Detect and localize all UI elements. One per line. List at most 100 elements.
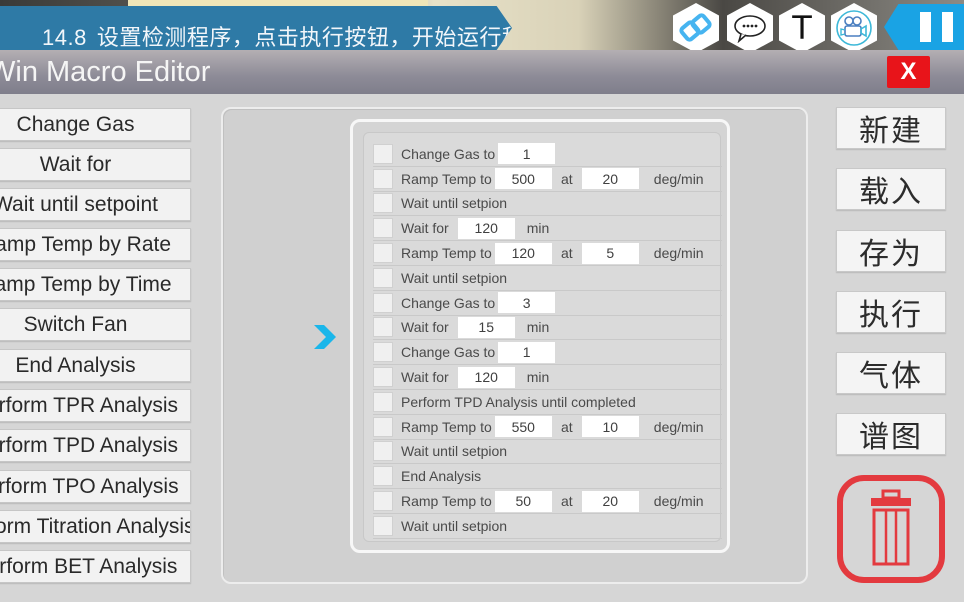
step-label: Ramp Temp to [401, 170, 492, 187]
link-icon [679, 13, 712, 42]
program-step-row: Wait until setpion [373, 266, 722, 291]
program-step-row: Ramp Temp to 120 at 5 deg/min [373, 241, 722, 266]
step-checkbox[interactable] [373, 193, 393, 214]
target-temp-input[interactable]: 120 [494, 242, 552, 264]
chat-icon [734, 15, 766, 43]
at-label: at [560, 418, 573, 435]
program-step-row: Change Gas to 1 [373, 142, 722, 167]
pause-icon-bar [942, 12, 953, 42]
step-checkbox[interactable] [373, 367, 393, 388]
step-label: Perform TPD Analysis until completed [401, 393, 636, 410]
step-label: Ramp Temp to [401, 418, 492, 435]
at-label: at [560, 245, 573, 262]
program-step-row: Change Gas to 1 [373, 340, 722, 366]
step-label: Wait for [401, 369, 449, 386]
program-step-row: Ramp Temp to 550 at 10 deg/min [373, 415, 722, 440]
command-item[interactable]: Ramp Temp by Time [0, 268, 191, 301]
step-checkbox[interactable] [373, 168, 393, 189]
step-checkbox[interactable] [373, 466, 393, 487]
window-titlebar: Win Macro Editor [0, 50, 964, 94]
gas-value-input[interactable]: 1 [498, 341, 556, 363]
step-checkbox[interactable] [373, 391, 393, 412]
wait-minutes-input[interactable]: 120 [457, 366, 515, 388]
text-icon: T [792, 9, 812, 47]
step-checkbox[interactable] [373, 491, 393, 512]
program-list-frame: Change Gas to 1 Ramp Temp to 500 at 20 deg/min… [350, 119, 730, 553]
step-banner: 14.8 设置检测程序，点击执行按钮，开始运行程序 [0, 6, 512, 50]
banner-text: 14.8 设置检测程序，点击执行按钮，开始运行程序 [42, 20, 512, 50]
window-title: Win Macro Editor [0, 56, 211, 88]
pause-icon [920, 12, 931, 42]
unit-label: deg/min [653, 493, 704, 510]
ramp-rate-input[interactable]: 10 [581, 416, 639, 438]
step-checkbox[interactable] [373, 267, 393, 288]
command-item[interactable]: Perform TPD Analysis [0, 429, 191, 462]
step-label: Wait until setpion [401, 443, 508, 460]
step-label: End Analysis [401, 468, 482, 485]
step-label: Wait for [401, 220, 449, 237]
step-label: Ramp Temp to [401, 493, 492, 510]
step-label: Wait until setpion [401, 269, 508, 286]
program-step-row: Perform TPD Analysis until completed [373, 390, 722, 415]
unit-label: deg/min [653, 245, 704, 262]
gas-value-input[interactable]: 3 [498, 292, 556, 314]
step-checkbox[interactable] [373, 441, 393, 462]
program-step-row: Wait until setpion [373, 514, 722, 539]
step-label: Change Gas to [401, 294, 496, 311]
step-checkbox[interactable] [373, 515, 393, 536]
step-label: Wait for [401, 319, 449, 336]
program-step-row: Change Gas to 3 [373, 291, 722, 316]
program-step-row: Ramp Temp to 500 at 20 deg/min [373, 167, 722, 192]
command-item[interactable]: Perform TPO Analysis [0, 470, 191, 503]
command-item[interactable]: Perform Titration Analysis [0, 510, 191, 543]
command-item[interactable]: Wait until setpoint [0, 188, 191, 221]
unit-label: deg/min [653, 418, 704, 435]
new-button[interactable]: 新建 [836, 107, 946, 149]
step-checkbox[interactable] [373, 416, 393, 437]
delete-button[interactable] [836, 474, 946, 584]
load-button[interactable]: 载入 [836, 168, 946, 210]
pause-button[interactable] [884, 4, 964, 50]
gas-button[interactable]: 气体 [836, 352, 946, 394]
program-step-row: Wait until setpion [373, 440, 722, 465]
execute-button[interactable]: 执行 [836, 291, 946, 333]
step-checkbox[interactable] [373, 342, 393, 363]
program-step-row: Wait for 120 min [373, 365, 722, 390]
step-checkbox[interactable] [373, 243, 393, 264]
wait-minutes-input[interactable]: 120 [457, 217, 515, 239]
target-temp-input[interactable]: 500 [494, 168, 552, 190]
double-chevron-right-icon [312, 325, 336, 349]
wait-minutes-input[interactable]: 15 [457, 316, 515, 338]
command-item[interactable]: Perform TPR Analysis [0, 389, 191, 422]
ramp-rate-input[interactable]: 5 [581, 242, 639, 264]
save-as-button[interactable]: 存为 [836, 230, 946, 272]
target-temp-input[interactable]: 550 [494, 416, 552, 438]
gas-value-input[interactable]: 1 [498, 143, 556, 165]
command-item[interactable]: Wait for [0, 148, 191, 181]
step-checkbox[interactable] [373, 143, 393, 164]
command-item[interactable]: End Analysis [0, 349, 191, 382]
at-label: at [560, 493, 573, 510]
trash-icon [837, 475, 945, 583]
step-label: Wait until setpion [401, 195, 508, 212]
command-item[interactable]: Ramp Temp by Rate [0, 228, 191, 261]
step-checkbox[interactable] [373, 317, 393, 338]
step-label: Change Gas to [401, 344, 496, 361]
target-temp-input[interactable]: 50 [494, 490, 552, 512]
unit-label: min [526, 369, 550, 386]
command-item[interactable]: Change Gas [0, 108, 191, 141]
command-item[interactable]: Perform BET Analysis [0, 550, 191, 583]
unit-label: min [526, 319, 550, 336]
ramp-rate-input[interactable]: 20 [581, 490, 639, 512]
step-checkbox[interactable] [373, 292, 393, 313]
close-button[interactable]: X [887, 56, 930, 88]
spectrum-button[interactable]: 谱图 [836, 413, 946, 455]
command-item[interactable]: Switch Fan [0, 308, 191, 341]
step-checkbox[interactable] [373, 218, 393, 239]
video-camera-icon [836, 10, 872, 46]
program-step-row: Wait until setpion [373, 192, 722, 217]
step-number: 14.8 [42, 25, 87, 50]
step-label: Ramp Temp to [401, 245, 492, 262]
ramp-rate-input[interactable]: 20 [581, 168, 639, 190]
at-label: at [560, 170, 573, 187]
